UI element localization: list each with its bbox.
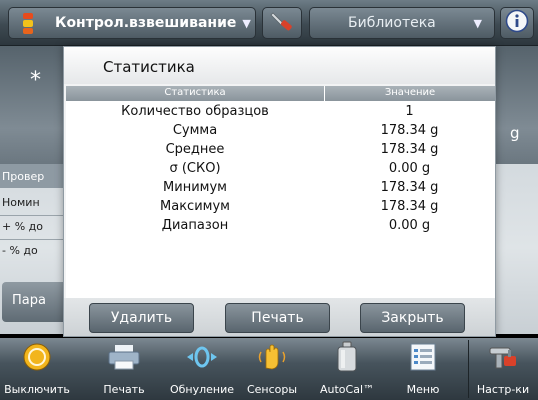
side-minus-label: - % до <box>2 244 38 257</box>
stable-indicator: * <box>30 68 41 93</box>
row-name: Количество образцов <box>121 104 269 119</box>
mode-label: Контрол.взвешивание <box>55 15 237 31</box>
toolbar-autocal[interactable]: AutoCal™ <box>318 338 376 400</box>
table-row: Минимум 178.34 g <box>66 180 495 199</box>
toolbar-power-off[interactable]: Выключить <box>0 338 74 400</box>
toolbar-label: Меню <box>406 383 440 396</box>
delete-button[interactable]: Удалить <box>89 303 194 333</box>
parameters-button[interactable]: Пара <box>2 282 72 322</box>
side-divider <box>0 215 70 216</box>
bottom-toolbar: Выключить Печать Обнуление Сенсоры AutoC… <box>0 338 538 400</box>
row-value: 0.00 g <box>388 218 431 233</box>
column-header-statistic: Статистика <box>164 87 226 98</box>
toolbar-label: Настр-ки <box>476 383 530 396</box>
sensor-hand-icon <box>255 342 289 375</box>
dialog-button-area: Удалить Печать Закрыть <box>64 298 495 336</box>
side-nominal-label: Номин <box>2 196 40 209</box>
status-lamp-icon <box>21 13 35 34</box>
print-button[interactable]: Печать <box>225 303 330 333</box>
calibration-weight-icon <box>334 341 360 376</box>
wrench-button[interactable] <box>262 7 302 39</box>
info-icon <box>505 9 529 37</box>
toolbar-label: Сенсоры <box>246 383 298 396</box>
chevron-down-icon: ▼ <box>242 16 251 30</box>
table-row: Количество образцов 1 <box>66 104 495 123</box>
menu-list-icon <box>408 342 438 375</box>
side-plus-label: + % до <box>2 220 43 233</box>
row-name: Среднее <box>165 142 225 157</box>
toolbar-zero[interactable]: Обнуление <box>164 338 240 400</box>
row-value: 178.34 g <box>380 199 439 214</box>
settings-tools-icon <box>486 342 520 375</box>
side-check-label: Провер <box>2 170 45 183</box>
row-name: Сумма <box>172 123 218 138</box>
table-row: Максимум 178.34 g <box>66 199 495 218</box>
row-value: 178.34 g <box>380 180 439 195</box>
statistics-table: Статистика Значение Количество образцов … <box>66 86 495 298</box>
toolbar-label: AutoCal™ <box>319 383 375 396</box>
row-name: σ (СКО) <box>169 161 221 176</box>
row-name: Минимум <box>163 180 227 195</box>
library-selector-button[interactable]: Библиотека ▼ <box>309 7 495 39</box>
toolbar-settings[interactable]: Настр-ки <box>470 338 536 400</box>
dialog-title: Статистика <box>64 47 495 84</box>
column-header-value: Значение <box>324 86 495 101</box>
row-name: Максимум <box>160 199 230 214</box>
toolbar-print[interactable]: Печать <box>98 338 150 400</box>
toolbar-label: Обнуление <box>169 383 235 396</box>
side-divider <box>0 239 70 240</box>
row-value: 178.34 g <box>380 142 439 157</box>
row-value: 1 <box>405 104 414 119</box>
print-button-label: Печать <box>251 310 304 326</box>
toolbar-sensors[interactable]: Сенсоры <box>244 338 300 400</box>
wrench-icon <box>269 10 295 36</box>
delete-button-label: Удалить <box>110 310 173 326</box>
statistics-dialog: Статистика Статистика Значение Количеств… <box>63 46 496 337</box>
close-button-label: Закрыть <box>381 310 444 326</box>
toolbar-menu[interactable]: Меню <box>396 338 450 400</box>
library-label: Библиотека <box>348 15 436 31</box>
power-icon <box>22 342 52 375</box>
zero-icon <box>184 343 220 374</box>
toolbar-separator <box>468 340 469 398</box>
close-button[interactable]: Закрыть <box>360 303 465 333</box>
toolbar-label: Выключить <box>4 383 70 396</box>
row-name: Диапазон <box>161 218 229 233</box>
chevron-down-icon: ▼ <box>473 17 482 30</box>
toolbar-label: Печать <box>103 383 145 396</box>
row-value: 0.00 g <box>388 161 431 176</box>
weight-unit: g <box>510 124 520 142</box>
top-bar: Контрол.взвешивание ▼ Библиотека ▼ <box>0 0 538 46</box>
table-row: Диапазон 0.00 g <box>66 218 495 237</box>
table-row: Среднее 178.34 g <box>66 142 495 161</box>
mode-selector-button[interactable]: Контрол.взвешивание ▼ <box>8 7 256 39</box>
row-value: 178.34 g <box>380 123 439 138</box>
info-button[interactable] <box>500 7 534 39</box>
parameters-label: Пара <box>12 293 46 308</box>
printer-icon <box>107 343 141 374</box>
table-row: Сумма 178.34 g <box>66 123 495 142</box>
table-row: σ (СКО) 0.00 g <box>66 161 495 180</box>
table-header: Статистика Значение <box>66 86 495 101</box>
